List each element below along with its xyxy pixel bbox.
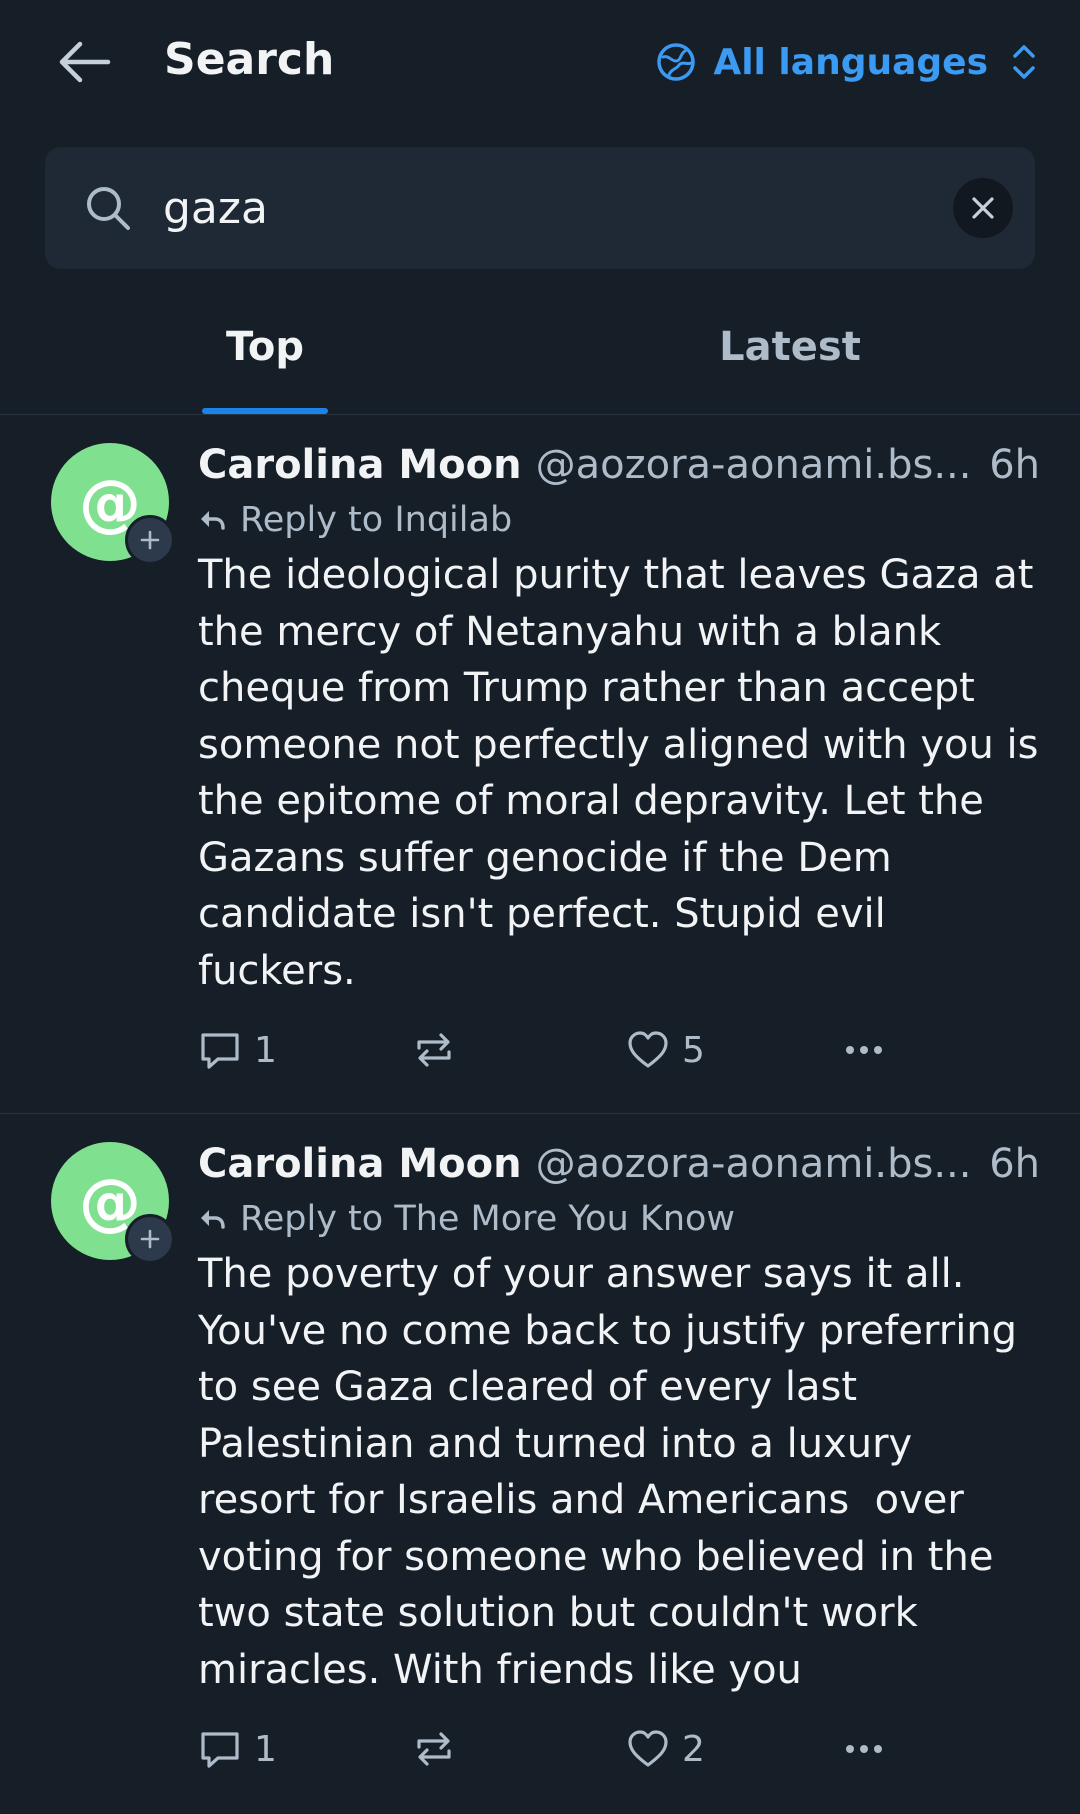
avatar[interactable]: @ xyxy=(51,443,175,565)
author-name[interactable]: Carolina Moon xyxy=(198,437,522,493)
language-label: All languages xyxy=(713,41,988,83)
follow-button[interactable] xyxy=(125,515,175,565)
post-text: The poverty of your answer says it all. … xyxy=(198,1251,1030,1693)
back-button[interactable] xyxy=(52,34,116,90)
post-actions: 1 2 xyxy=(198,1712,1040,1786)
arrow-left-icon xyxy=(59,41,111,83)
tab-latest-label: Latest xyxy=(719,324,861,370)
post[interactable]: @ Carolina Moon @aozora-aonami.bs... 6h … xyxy=(0,415,1080,1114)
author-handle[interactable]: @aozora-aonami.bs... xyxy=(536,437,974,493)
repost-button[interactable] xyxy=(412,1712,456,1786)
more-dots-icon xyxy=(846,1745,882,1753)
more-options-button[interactable] xyxy=(838,1013,890,1087)
heart-icon xyxy=(628,1730,668,1767)
like-count: 2 xyxy=(682,1728,705,1770)
post-time[interactable]: 6h xyxy=(989,437,1040,493)
post-meta: Carolina Moon @aozora-aonami.bs... 6h xyxy=(198,1136,1040,1192)
search-input[interactable] xyxy=(157,171,869,245)
comment-icon xyxy=(201,1033,239,1069)
search-icon xyxy=(87,187,130,230)
chevron-up-down-icon xyxy=(1013,45,1035,79)
like-count: 5 xyxy=(682,1029,705,1071)
header: Search All languages xyxy=(0,0,1080,125)
tab-latest[interactable]: Latest xyxy=(700,300,880,414)
plus-icon xyxy=(140,1229,160,1249)
tab-top[interactable]: Top xyxy=(202,300,328,414)
post-time[interactable]: 6h xyxy=(989,1136,1040,1192)
reply-to[interactable]: Reply to The More You Know xyxy=(198,1194,1040,1244)
tab-top-label: Top xyxy=(225,324,305,370)
follow-button[interactable] xyxy=(125,1214,175,1264)
heart-icon xyxy=(628,1031,668,1068)
search-tabs: Top Latest xyxy=(0,300,1080,415)
search-bar xyxy=(45,147,1035,269)
repost-icon xyxy=(417,1033,451,1067)
repost-icon xyxy=(417,1732,451,1766)
reply-button[interactable]: 1 xyxy=(198,1712,277,1786)
reply-to[interactable]: Reply to Inqilab xyxy=(198,495,1040,545)
post-meta: Carolina Moon @aozora-aonami.bs... 6h xyxy=(198,437,1040,493)
close-icon xyxy=(972,197,994,219)
reply-button[interactable]: 1 xyxy=(198,1013,277,1087)
like-button[interactable]: 2 xyxy=(626,1712,705,1786)
page-title: Search xyxy=(164,34,335,85)
post-actions: 1 5 xyxy=(198,1013,1040,1087)
reply-to-label: Reply to Inqilab xyxy=(240,500,513,540)
repost-button[interactable] xyxy=(412,1013,456,1087)
avatar[interactable]: @ xyxy=(51,1142,175,1264)
like-button[interactable]: 5 xyxy=(626,1013,705,1087)
more-options-button[interactable] xyxy=(838,1712,890,1786)
more-dots-icon xyxy=(846,1046,882,1054)
reply-count: 1 xyxy=(254,1029,277,1071)
language-selector[interactable]: All languages xyxy=(655,34,1038,90)
search-results-feed: @ Carolina Moon @aozora-aonami.bs... 6h … xyxy=(0,415,1080,1814)
reply-arrow-icon xyxy=(201,1210,225,1229)
post-content: Carolina Moon @aozora-aonami.bs... 6h Re… xyxy=(198,437,1040,1087)
reply-to-label: Reply to The More You Know xyxy=(240,1199,736,1239)
reply-count: 1 xyxy=(254,1728,277,1770)
plus-icon xyxy=(140,530,160,550)
post-text: The ideological purity that leaves Gaza … xyxy=(198,552,1052,994)
author-name[interactable]: Carolina Moon xyxy=(198,1136,522,1192)
author-handle[interactable]: @aozora-aonami.bs... xyxy=(536,1136,974,1192)
reply-arrow-icon xyxy=(201,511,225,530)
post-content: Carolina Moon @aozora-aonami.bs... 6h Re… xyxy=(198,1136,1040,1786)
globe-icon xyxy=(657,43,696,81)
clear-search-button[interactable] xyxy=(953,178,1013,238)
active-tab-indicator xyxy=(202,408,328,414)
post[interactable]: @ Carolina Moon @aozora-aonami.bs... 6h … xyxy=(0,1114,1080,1814)
comment-icon xyxy=(201,1732,239,1768)
